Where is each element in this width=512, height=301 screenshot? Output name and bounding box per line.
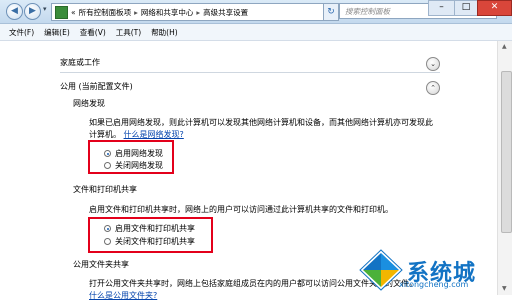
- breadcrumb-control-panel[interactable]: 所有控制面板项: [79, 7, 132, 18]
- network-discovery-off-radio[interactable]: [104, 162, 111, 169]
- network-discovery-off-label[interactable]: 关闭网络发现: [115, 160, 163, 171]
- file-sharing-desc: 启用文件和打印机共享时，网络上的用户可以访问通过此计算机共享的文件和打印机。: [89, 205, 393, 214]
- maximize-button[interactable]: □: [454, 0, 478, 16]
- network-discovery-desc: 如果已启用网络发现，则此计算机可以发现其他网络计算机和设备，而其他网络计算机亦可…: [89, 118, 433, 127]
- refresh-button[interactable]: ↻: [323, 3, 339, 21]
- network-discovery-on-label[interactable]: 启用网络发现: [115, 148, 163, 159]
- chevron-up-icon[interactable]: ⌃: [426, 81, 440, 95]
- close-button[interactable]: ✕: [477, 0, 512, 16]
- file-sharing-off-radio[interactable]: [104, 238, 111, 245]
- menu-tools[interactable]: 工具(T): [116, 27, 141, 38]
- public-folder-heading: 公用文件夹共享: [73, 260, 129, 269]
- back-button[interactable]: ◀: [6, 3, 23, 20]
- menu-view[interactable]: 查看(V): [80, 27, 106, 38]
- control-panel-icon: [55, 5, 68, 19]
- breadcrumb-network-center[interactable]: 网络和共享中心: [141, 7, 194, 18]
- scroll-up-icon[interactable]: ▲: [502, 43, 507, 50]
- section-home-work[interactable]: 家庭或工作: [60, 57, 100, 68]
- menu-help[interactable]: 帮助(H): [151, 27, 178, 38]
- file-sharing-on-label[interactable]: 启用文件和打印机共享: [115, 223, 195, 234]
- network-discovery-desc-2: 计算机。 什么是网络发现?: [89, 130, 184, 139]
- breadcrumb-advanced-sharing[interactable]: 高级共享设置: [203, 7, 248, 18]
- title-bar: ◀ ▶ ▾ « 所有控制面板项 ▸ 网络和共享中心 ▸ 高级共享设置 ↻ 搜索控…: [0, 0, 512, 24]
- network-discovery-on-radio[interactable]: [104, 150, 111, 157]
- recent-pages-dropdown[interactable]: ▾: [43, 5, 47, 13]
- chevron-down-icon[interactable]: ⌄: [426, 57, 440, 71]
- network-discovery-help-link[interactable]: 什么是网络发现?: [124, 130, 184, 139]
- minimize-button[interactable]: –: [428, 0, 455, 16]
- breadcrumb-separator-icon[interactable]: ▸: [196, 8, 200, 17]
- menu-edit[interactable]: 编辑(E): [44, 27, 70, 38]
- menu-file[interactable]: 文件(F): [9, 27, 34, 38]
- divider: [60, 72, 440, 73]
- breadcrumb-separator-icon[interactable]: ▸: [134, 8, 138, 17]
- watermark-logo-icon: [359, 249, 403, 291]
- forward-button[interactable]: ▶: [24, 3, 41, 20]
- address-bar[interactable]: « 所有控制面板项 ▸ 网络和共享中心 ▸ 高级共享设置: [51, 3, 324, 21]
- file-sharing-off-label[interactable]: 关闭文件和打印机共享: [115, 236, 195, 247]
- file-sharing-heading: 文件和打印机共享: [73, 185, 137, 194]
- vertical-scrollbar[interactable]: ▲ ▼: [497, 41, 512, 295]
- network-discovery-heading: 网络发现: [73, 99, 105, 108]
- breadcrumb-root[interactable]: «: [71, 8, 76, 17]
- menu-bar: 文件(F) 编辑(E) 查看(V) 工具(T) 帮助(H): [0, 24, 512, 41]
- file-sharing-on-radio[interactable]: [104, 225, 111, 232]
- watermark-url: xitongcheng.com: [399, 280, 469, 289]
- scroll-thumb[interactable]: [501, 71, 512, 233]
- section-public[interactable]: 公用 (当前配置文件): [60, 81, 133, 92]
- scroll-down-icon[interactable]: ▼: [502, 285, 507, 292]
- public-folder-help-link[interactable]: 什么是公用文件夹?: [89, 290, 157, 301]
